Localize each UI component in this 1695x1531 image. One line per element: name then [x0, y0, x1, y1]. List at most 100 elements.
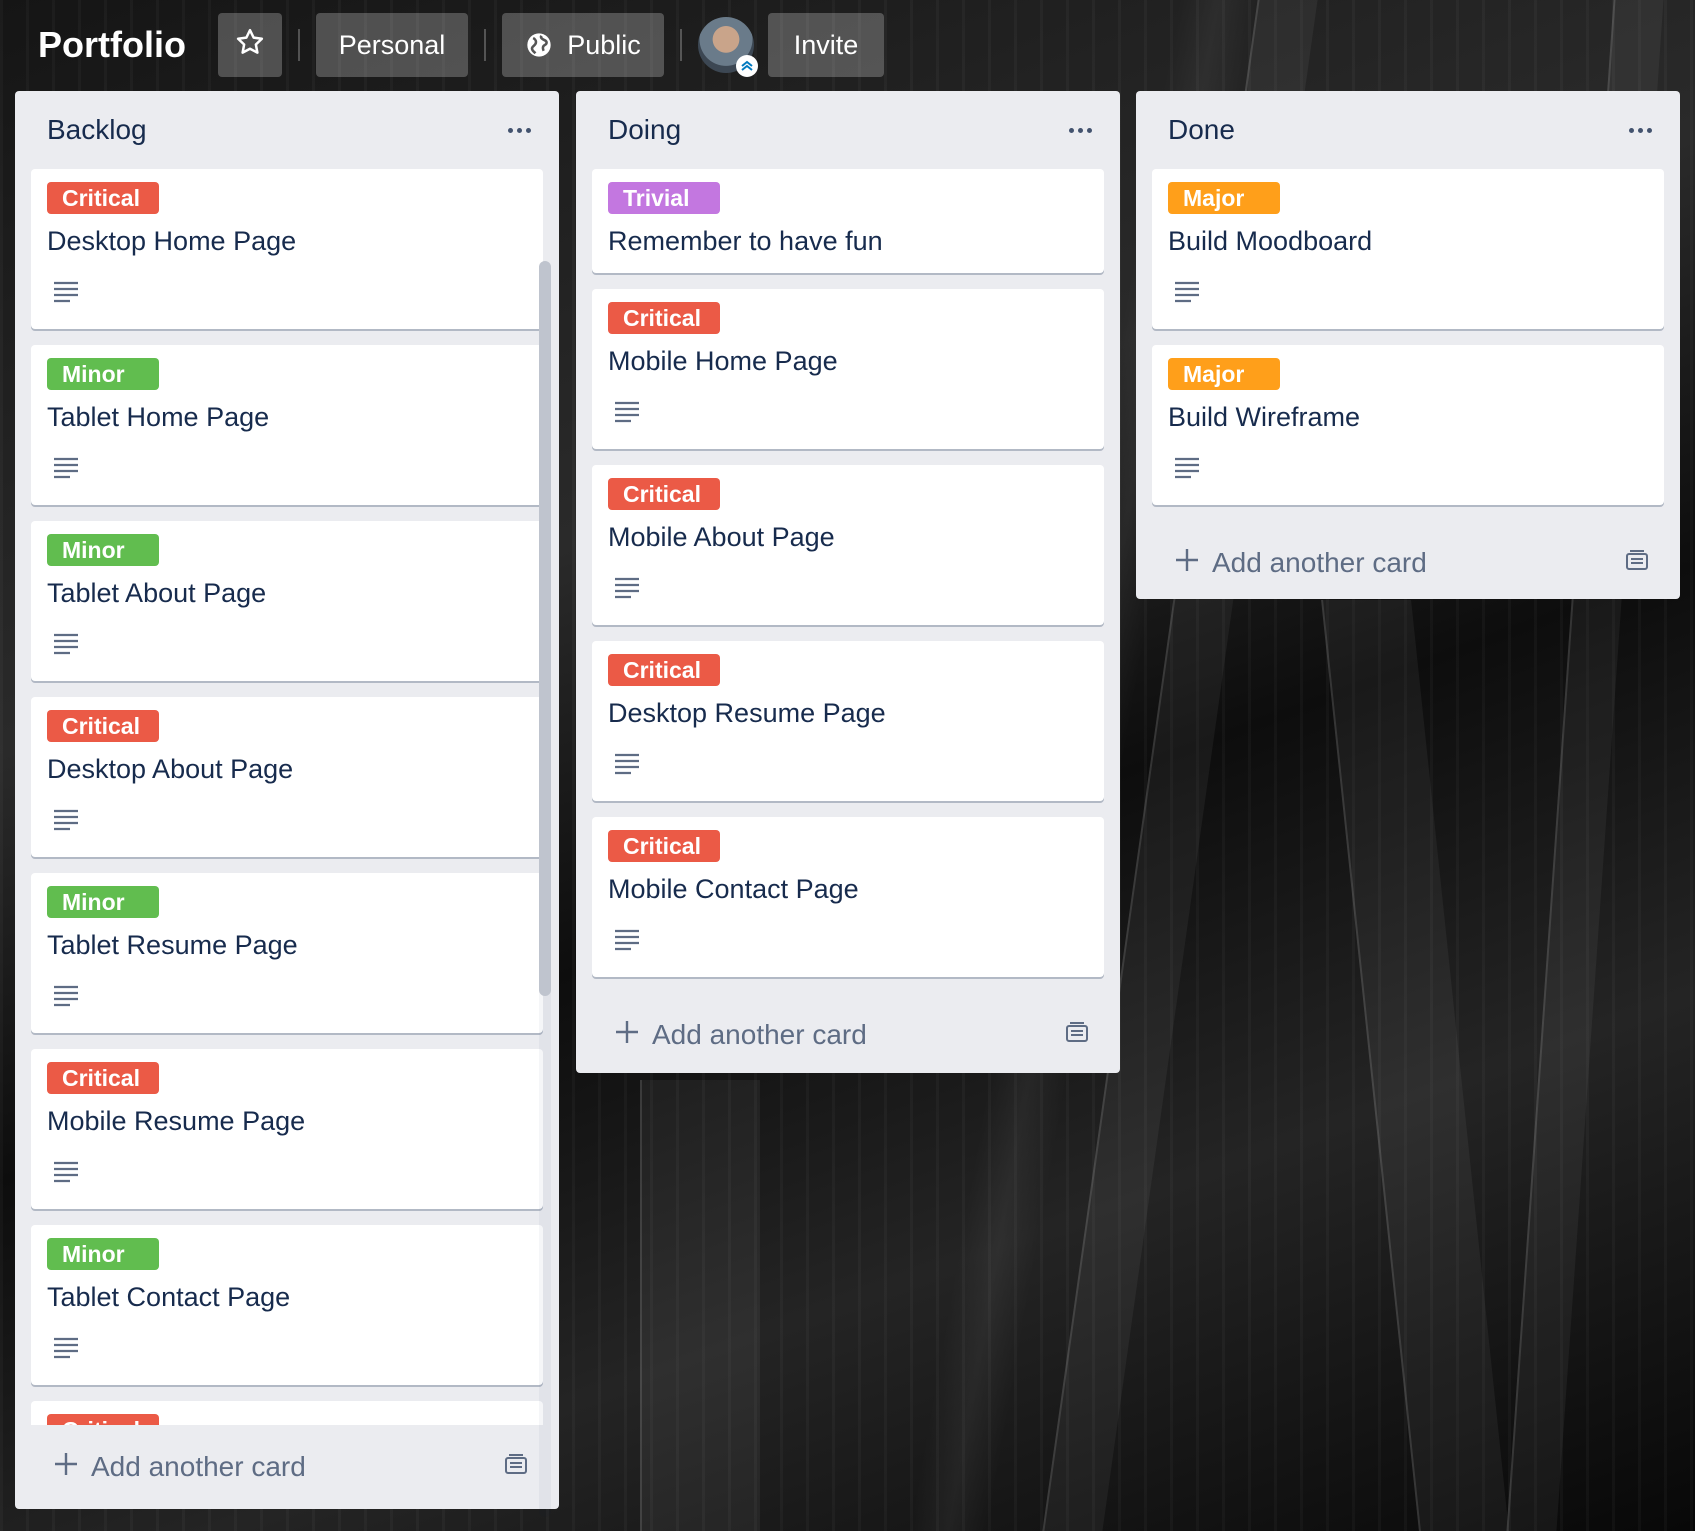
card[interactable]: Minor Tablet Resume Page	[31, 873, 543, 1033]
description-icon	[1174, 281, 1200, 307]
card-template-icon[interactable]	[503, 1453, 529, 1481]
board-header: Portfolio Personal Public Invite	[0, 0, 1695, 90]
card-label: Critical	[47, 1414, 159, 1425]
board-title[interactable]: Portfolio	[38, 24, 186, 66]
list-scrollbar[interactable]	[539, 261, 551, 1517]
description-icon	[53, 809, 79, 835]
star-board-button[interactable]	[217, 13, 282, 77]
card[interactable]: Critical Desktop About Page	[31, 697, 543, 857]
list-done: Done Major Build Moodboard Major Build W…	[1136, 91, 1680, 599]
card[interactable]: Critical Desktop Home Page	[31, 169, 543, 329]
card-template-icon[interactable]	[1064, 1021, 1090, 1049]
globe-icon	[525, 31, 553, 59]
list-backlog: Backlog Critical Desktop Home Page Minor…	[15, 91, 559, 1517]
description-icon	[614, 753, 640, 779]
plus-icon	[614, 1019, 640, 1052]
card[interactable]: Critical	[31, 1401, 543, 1425]
add-card-row: Add another card	[15, 1425, 559, 1509]
card-title: Remember to have fun	[608, 226, 883, 256]
invite-button[interactable]: Invite	[767, 13, 884, 77]
add-card-row: Add another card	[576, 993, 1120, 1077]
list-menu-icon[interactable]	[502, 122, 537, 139]
card-list: Critical Desktop Home Page Minor Tablet …	[15, 169, 559, 1425]
add-card-button[interactable]: Add another card	[1174, 547, 1427, 580]
list-menu-icon[interactable]	[1063, 122, 1098, 139]
list-header: Backlog	[15, 91, 559, 169]
add-card-row: Add another card	[1136, 521, 1680, 605]
card[interactable]: Major Build Moodboard	[1152, 169, 1664, 329]
card-title: Mobile Home Page	[608, 346, 838, 376]
card-label: Trivial	[608, 182, 720, 214]
card-label: Minor	[47, 358, 159, 390]
card[interactable]: Minor Tablet Contact Page	[31, 1225, 543, 1385]
card-label: Minor	[47, 886, 159, 918]
add-card-label: Add another card	[91, 1451, 306, 1482]
list-title[interactable]: Done	[1168, 114, 1235, 146]
card-label: Critical	[608, 654, 720, 686]
description-icon	[53, 281, 79, 307]
description-icon	[53, 985, 79, 1011]
team-visibility-button[interactable]: Personal	[315, 13, 468, 77]
plus-icon	[53, 1451, 79, 1484]
scrollbar-thumb[interactable]	[539, 261, 551, 996]
description-icon	[614, 929, 640, 955]
card-title: Desktop About Page	[47, 754, 294, 784]
plus-icon	[1174, 547, 1200, 580]
star-icon	[235, 27, 265, 64]
admin-chevron-icon	[735, 55, 758, 77]
card-title: Tablet Contact Page	[47, 1282, 291, 1312]
card-title: Build Moodboard	[1168, 226, 1373, 256]
card-list: Major Build Moodboard Major Build Wirefr…	[1136, 169, 1680, 521]
description-icon	[53, 1161, 79, 1187]
card[interactable]: Minor Tablet About Page	[31, 521, 543, 681]
description-icon	[1174, 457, 1200, 483]
card-label: Critical	[47, 710, 159, 742]
add-card-label: Add another card	[1212, 547, 1427, 578]
list-header: Doing	[576, 91, 1120, 169]
add-card-button[interactable]: Add another card	[614, 1019, 867, 1052]
header-divider	[483, 29, 486, 61]
list-title[interactable]: Backlog	[47, 114, 147, 146]
card-title: Desktop Resume Page	[608, 698, 886, 728]
card-label: Minor	[47, 1238, 159, 1270]
list-header: Done	[1136, 91, 1680, 169]
card-label: Major	[1168, 182, 1280, 214]
card-title: Mobile About Page	[608, 522, 835, 552]
card-title: Desktop Home Page	[47, 226, 297, 256]
header-divider	[297, 29, 300, 61]
card-label: Critical	[608, 830, 720, 862]
card-title: Mobile Resume Page	[47, 1106, 306, 1136]
card[interactable]: Critical Mobile Home Page	[592, 289, 1104, 449]
card[interactable]: Major Build Wireframe	[1152, 345, 1664, 505]
card[interactable]: Critical Desktop Resume Page	[592, 641, 1104, 801]
card-template-icon[interactable]	[1624, 549, 1650, 577]
card[interactable]: Critical Mobile About Page	[592, 465, 1104, 625]
header-divider	[679, 29, 682, 61]
card[interactable]: Minor Tablet Home Page	[31, 345, 543, 505]
card-title: Tablet About Page	[47, 578, 267, 608]
list-title[interactable]: Doing	[608, 114, 681, 146]
description-icon	[614, 401, 640, 427]
add-card-button[interactable]: Add another card	[53, 1451, 306, 1484]
avatar[interactable]	[697, 17, 758, 77]
card-label: Major	[1168, 358, 1280, 390]
card-label: Critical	[47, 182, 159, 214]
list-menu-icon[interactable]	[1623, 122, 1658, 139]
description-icon	[53, 457, 79, 483]
card-list: Trivial Remember to have fun Critical Mo…	[576, 169, 1120, 993]
card-title: Build Wireframe	[1168, 402, 1361, 432]
card-label: Minor	[47, 534, 159, 566]
card[interactable]: Critical Mobile Resume Page	[31, 1049, 543, 1209]
list-doing: Doing Trivial Remember to have fun Criti…	[576, 91, 1120, 1073]
card-title: Mobile Contact Page	[608, 874, 859, 904]
card-title: Tablet Home Page	[47, 402, 270, 432]
card[interactable]: Critical Mobile Contact Page	[592, 817, 1104, 977]
description-icon	[53, 633, 79, 659]
description-icon	[614, 577, 640, 603]
visibility-button[interactable]: Public	[501, 13, 664, 77]
card[interactable]: Trivial Remember to have fun	[592, 169, 1104, 273]
card-label: Critical	[608, 478, 720, 510]
card-label: Critical	[47, 1062, 159, 1094]
card-label: Critical	[608, 302, 720, 334]
card-title: Tablet Resume Page	[47, 930, 298, 960]
